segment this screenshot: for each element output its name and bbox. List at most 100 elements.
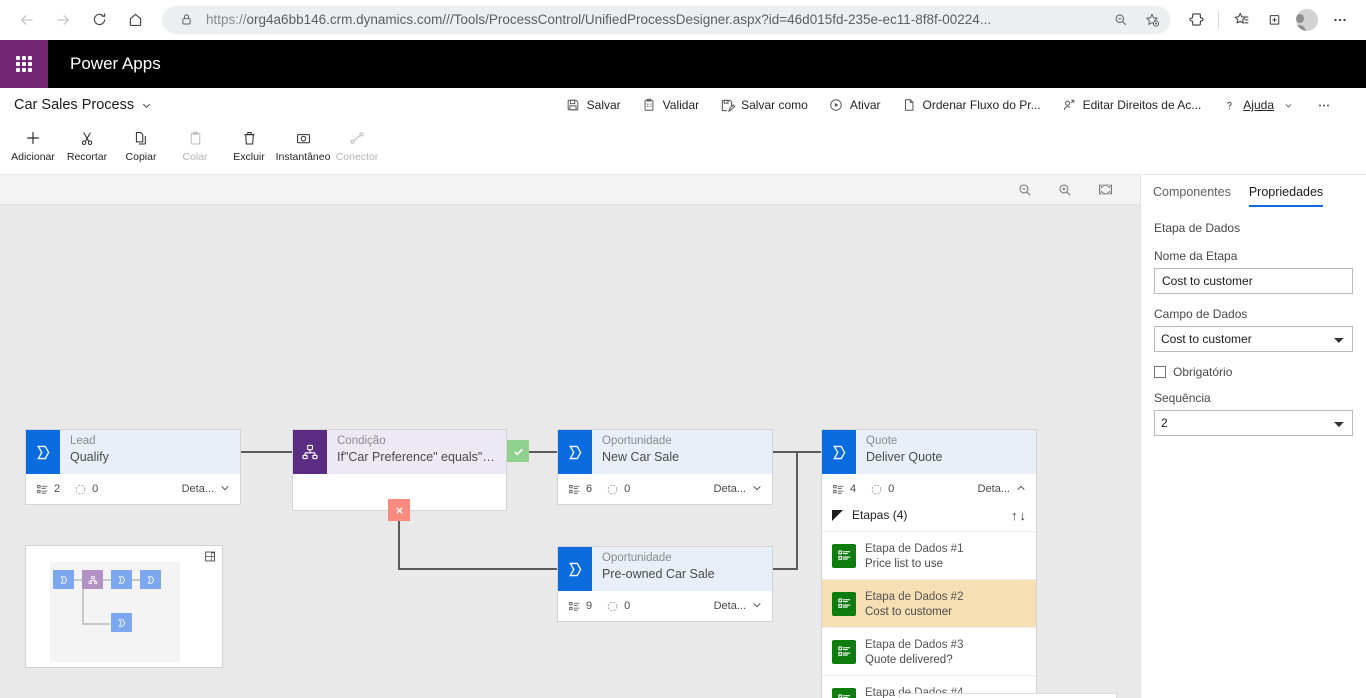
steps-count: 4 xyxy=(832,483,856,496)
minimap[interactable] xyxy=(25,545,223,668)
node-footer: 6 0 Deta... xyxy=(558,474,772,504)
lock-icon xyxy=(174,8,198,32)
activate-button[interactable]: Ativar xyxy=(818,92,891,118)
data-step-title: Etapa de Dados #2 xyxy=(865,591,964,603)
steps-section-header[interactable]: Etapas (4) ↑ ↓ xyxy=(822,499,1036,531)
delete-button[interactable]: Excluir xyxy=(222,122,276,163)
help-question-icon xyxy=(1221,97,1237,113)
node-details-toggle[interactable]: Deta... xyxy=(978,483,1026,496)
chevron-up-icon xyxy=(1016,483,1026,496)
collections-icon[interactable] xyxy=(1180,4,1212,36)
save-as-button[interactable]: Salvar como xyxy=(709,92,818,118)
forward-button[interactable] xyxy=(46,3,80,37)
minimap-connector xyxy=(103,579,111,581)
app-header: Power Apps xyxy=(0,40,1366,88)
minimap-node-preowned xyxy=(111,613,132,632)
steps-count: 2 xyxy=(36,483,60,496)
global-workflow-bar[interactable]: Fluxo de Trabalho Global(0) xyxy=(899,693,1117,698)
node-details-toggle[interactable]: Deta... xyxy=(714,600,762,613)
refresh-button[interactable] xyxy=(82,3,116,37)
edit-access-rights-button[interactable]: Editar Direitos de Ac... xyxy=(1051,92,1212,118)
zoom-out-magnifier-icon[interactable] xyxy=(1014,179,1036,201)
arrow-down-icon[interactable]: ↓ xyxy=(1020,508,1027,523)
save-button[interactable]: Salvar xyxy=(555,92,631,118)
order-process-flow-label: Ordenar Fluxo do Pr... xyxy=(922,98,1041,112)
cut-button[interactable]: Recortar xyxy=(60,122,114,163)
details-label: Deta... xyxy=(713,600,746,612)
overflow-ellipsis-icon xyxy=(1316,97,1332,113)
required-checkbox-row[interactable]: Obrigatório xyxy=(1154,365,1353,379)
back-button[interactable] xyxy=(10,3,44,37)
flow-node-new-car-sale[interactable]: Oportunidade New Car Sale 6 0 Deta... xyxy=(557,429,773,505)
data-field-select[interactable]: Cost to customer xyxy=(1154,326,1353,352)
data-step-subtitle: Cost to customer xyxy=(865,606,952,618)
data-step-icon xyxy=(832,687,856,698)
stage-name-label: Nome da Etapa xyxy=(1154,249,1238,263)
connector-button[interactable]: Conector xyxy=(330,122,384,163)
add-tab-icon[interactable] xyxy=(1258,4,1290,36)
home-button[interactable] xyxy=(118,3,152,37)
data-step-row[interactable]: Etapa de Dados #1 Price list to use xyxy=(822,531,1036,579)
data-step-row-selected[interactable]: Etapa de Dados #2 Cost to customer xyxy=(822,579,1036,627)
flow-node-lead[interactable]: Lead Qualify 2 0 Deta... xyxy=(25,429,241,505)
add-button[interactable]: Adicionar xyxy=(6,122,60,163)
node-name: Qualify xyxy=(70,450,109,464)
minimap-viewport xyxy=(50,562,180,662)
address-bar[interactable]: https://org4a6bb146.crm.dynamics.com///T… xyxy=(162,5,1170,34)
node-details-toggle[interactable]: Deta... xyxy=(714,483,762,496)
expand-minimap-icon[interactable] xyxy=(204,550,217,568)
node-name: New Car Sale xyxy=(602,450,680,464)
tab-componentes[interactable]: Componentes xyxy=(1153,185,1231,207)
panel-tabs: Componentes Propriedades xyxy=(1141,175,1366,207)
zoom-in-magnifier-icon[interactable] xyxy=(1054,179,1076,201)
save-disk-icon xyxy=(565,97,581,113)
chevron-down-icon[interactable] xyxy=(141,100,152,111)
add-favorite-star-icon[interactable] xyxy=(1140,8,1164,32)
node-header: Lead Qualify xyxy=(26,430,240,474)
node-details-toggle[interactable]: Deta... xyxy=(182,483,230,496)
order-process-flow-button[interactable]: Ordenar Fluxo do Pr... xyxy=(891,92,1051,118)
snapshot-button[interactable]: Instantâneo xyxy=(276,122,330,163)
flows-count-value: 0 xyxy=(888,483,895,495)
toolbar-divider xyxy=(1218,10,1219,29)
flow-node-quote[interactable]: Quote Deliver Quote 4 0 Deta... xyxy=(821,429,1037,505)
profile-avatar-icon[interactable] xyxy=(1291,4,1323,36)
designer-canvas-region: Lead Qualify 2 0 Deta... Condição If"Car… xyxy=(0,175,1140,698)
flow-canvas[interactable]: Lead Qualify 2 0 Deta... Condição If"Car… xyxy=(0,205,1140,698)
snapshot-label: Instantâneo xyxy=(275,151,331,163)
sequence-select[interactable]: 2 xyxy=(1154,410,1353,436)
tab-propriedades[interactable]: Propriedades xyxy=(1248,185,1324,207)
details-label: Deta... xyxy=(977,483,1010,495)
minimap-connector xyxy=(82,623,110,625)
condition-true-badge[interactable] xyxy=(507,440,529,462)
copy-button[interactable]: Copiar xyxy=(114,122,168,163)
flows-count: 0 xyxy=(870,483,894,496)
stage-details-panel: Etapas (4) ↑ ↓ Etapa de Dados #1 Price l… xyxy=(821,499,1037,698)
stage-name-input[interactable] xyxy=(1154,268,1353,294)
node-footer: 2 0 Deta... xyxy=(26,474,240,504)
zoom-out-icon[interactable] xyxy=(1108,8,1132,32)
data-step-title: Etapa de Dados #1 xyxy=(865,543,964,555)
fit-to-screen-icon[interactable] xyxy=(1094,179,1116,201)
app-title: Power Apps xyxy=(70,54,161,73)
flow-node-preowned-car-sale[interactable]: Oportunidade Pre-owned Car Sale 9 0 Deta… xyxy=(557,546,773,622)
required-checkbox[interactable] xyxy=(1154,366,1166,378)
validate-button[interactable]: Validar xyxy=(631,92,709,118)
help-button[interactable]: Ajuda xyxy=(1211,92,1306,118)
command-bar: Car Sales Process Salvar Validar Salvar … xyxy=(0,88,1366,175)
more-settings-icon[interactable] xyxy=(1324,4,1356,36)
command-overflow-button[interactable] xyxy=(1306,92,1342,118)
arrow-up-icon[interactable]: ↑ xyxy=(1011,508,1018,523)
copy-label: Copiar xyxy=(125,151,157,163)
favorites-list-icon[interactable] xyxy=(1225,4,1257,36)
data-step-row[interactable]: Etapa de Dados #3 Quote delivered? xyxy=(822,627,1036,675)
connector-lead-to-condition xyxy=(241,451,293,453)
url-text: https://org4a6bb146.crm.dynamics.com///T… xyxy=(206,12,1100,27)
url-rest: org4a6bb146.crm.dynamics.com///Tools/Pro… xyxy=(246,12,992,27)
app-launcher-waffle-icon[interactable] xyxy=(0,40,48,88)
node-header: Oportunidade New Car Sale xyxy=(558,430,772,474)
paste-button[interactable]: Colar xyxy=(168,122,222,163)
save-label: Salvar xyxy=(586,98,621,112)
flows-count-value: 0 xyxy=(92,483,99,495)
condition-false-badge[interactable] xyxy=(388,499,410,521)
